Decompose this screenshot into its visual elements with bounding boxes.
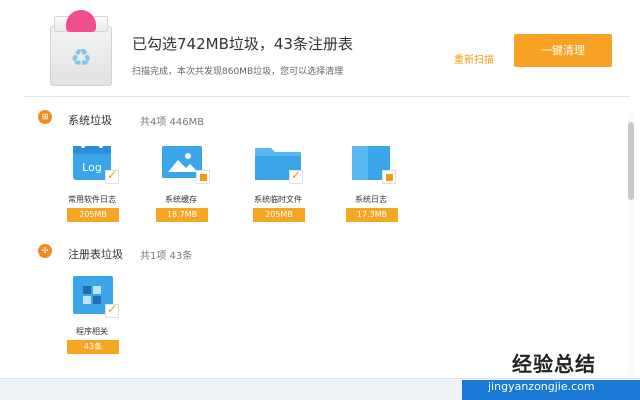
scan-summary-header: ♻ 已勾选742MB垃圾，43条注册表 扫描完成，本次共发现860MB垃圾，您可…: [0, 0, 640, 96]
item-size-badge: 43条: [67, 340, 119, 354]
item-size-badge: 205MB: [67, 208, 119, 222]
junk-item-system-cache[interactable]: 系统缓存 18.7MB: [136, 142, 226, 232]
section-count-system: 共4项 446MB: [140, 117, 205, 128]
item-label: 系统日志: [355, 195, 387, 204]
scan-status-text: 扫描完成，本次共发现860MB垃圾，您可以选择清理: [132, 67, 344, 77]
one-click-clean-button[interactable]: 一键清理: [514, 34, 612, 67]
registry-icon: ✣: [38, 244, 52, 258]
section-title-system: 系统垃圾: [68, 114, 112, 127]
section-count-registry: 共1项 43条: [140, 251, 193, 262]
page-title: 已勾选742MB垃圾，43条注册表: [132, 35, 353, 53]
item-checkbox[interactable]: [105, 302, 119, 318]
junk-item-app-logs[interactable]: Log 常用软件日志 205MB: [47, 142, 137, 232]
item-checkbox[interactable]: [196, 170, 210, 184]
item-label: 程序相关: [76, 327, 108, 336]
item-label: 系统缓存: [165, 195, 197, 204]
item-label: 常用软件日志: [68, 195, 116, 204]
junk-item-temp-files[interactable]: 系统临时文件 205MB: [233, 142, 323, 232]
scrollbar-thumb[interactable]: [628, 122, 634, 200]
watermark-logo: 经验总结: [512, 352, 596, 376]
watermark-url: jingyanzongjie.com: [488, 380, 595, 393]
header-divider: [24, 96, 630, 97]
item-checkbox[interactable]: [382, 170, 396, 184]
junk-item-system-logs[interactable]: 系统日志 17.3MB: [326, 142, 416, 232]
item-size-badge: 205MB: [253, 208, 305, 222]
item-size-badge: 17.3MB: [346, 208, 398, 222]
svg-text:Log: Log: [82, 161, 102, 174]
trash-bin-icon: ♻: [50, 10, 112, 86]
windows-icon: ⊞: [38, 110, 52, 124]
cleaner-window: ♻ 已勾选742MB垃圾，43条注册表 扫描完成，本次共发现860MB垃圾，您可…: [0, 0, 640, 400]
item-size-badge: 18.7MB: [156, 208, 208, 222]
section-title-registry: 注册表垃圾: [68, 248, 123, 261]
item-checkbox[interactable]: [105, 168, 119, 184]
junk-item-program-related[interactable]: 程序相关 43条: [47, 274, 137, 364]
rescan-link[interactable]: 重新扫描: [454, 51, 494, 66]
item-checkbox[interactable]: [289, 168, 303, 184]
item-label: 系统临时文件: [254, 195, 302, 204]
